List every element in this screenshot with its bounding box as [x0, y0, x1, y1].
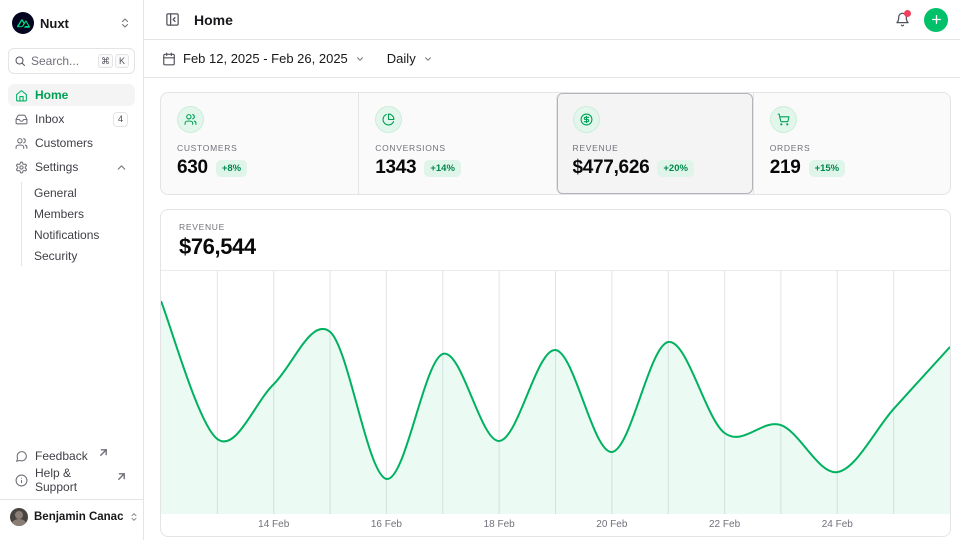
filters-toolbar: Feb 12, 2025 - Feb 26, 2025 Daily: [144, 40, 960, 78]
footer-link-label: Help & Support: [35, 466, 106, 494]
team-switcher[interactable]: Nuxt: [8, 8, 135, 38]
calendar-icon: [162, 52, 176, 66]
x-tick-label: 14 Feb: [258, 519, 289, 530]
stat-value: 630: [177, 157, 208, 179]
stat-card-orders[interactable]: ORDERS 219 +15%: [753, 93, 950, 194]
app: Nuxt ⌘ K Home Inbox 4 Customers: [0, 0, 960, 540]
x-tick-label: 16 Feb: [371, 519, 402, 530]
sidebar-item-settings[interactable]: Settings: [8, 156, 135, 178]
plus-icon: [930, 13, 943, 26]
stats-row: CUSTOMERS 630 +8% CONVERSIONS 1343 +14%: [160, 92, 951, 195]
notification-dot: [904, 10, 911, 17]
stat-label: REVENUE: [573, 143, 737, 153]
sidebar-item-security[interactable]: Security: [22, 245, 135, 266]
stat-value: 1343: [375, 157, 416, 179]
main: Home Feb 12, 2025 - Feb 26, 2025 Daily: [144, 0, 960, 540]
search-kbd: ⌘ K: [98, 54, 129, 68]
chart-header: REVENUE $76,544: [161, 210, 950, 271]
sidebar-item-home[interactable]: Home: [8, 84, 135, 106]
chevron-up-icon: [115, 161, 128, 174]
topbar: Home: [144, 0, 960, 40]
sidebar-item-general[interactable]: General: [22, 182, 135, 203]
collapse-sidebar-button[interactable]: [160, 8, 184, 32]
stat-card-customers[interactable]: CUSTOMERS 630 +8%: [161, 93, 358, 194]
x-tick-label: 24 Feb: [822, 519, 853, 530]
shopping-cart-icon: [770, 106, 797, 133]
home-icon: [15, 89, 28, 102]
user-menu[interactable]: Benjamin Canac: [0, 499, 143, 532]
nuxt-logo-icon: [12, 12, 34, 34]
external-link-icon: [97, 446, 110, 459]
period-label: Daily: [387, 51, 416, 66]
search-input-wrap[interactable]: ⌘ K: [8, 48, 135, 74]
footer-link-label: Feedback: [35, 449, 88, 463]
content: CUSTOMERS 630 +8% CONVERSIONS 1343 +14%: [144, 78, 960, 537]
gear-icon: [15, 161, 28, 174]
search-input[interactable]: [31, 54, 79, 68]
info-circle-icon: [15, 474, 28, 487]
sidebar-item-label: Home: [35, 88, 68, 102]
sidebar-item-label: Inbox: [35, 112, 64, 126]
users-icon: [15, 137, 28, 150]
settings-subnav: General Members Notifications Security: [21, 182, 135, 266]
kbd-cmd: ⌘: [98, 54, 113, 68]
sidebar: Nuxt ⌘ K Home Inbox 4 Customers: [0, 0, 144, 540]
stat-label: ORDERS: [770, 143, 934, 153]
chevron-down-icon: [423, 54, 433, 64]
x-tick-label: 22 Feb: [709, 519, 740, 530]
external-link-icon: [115, 470, 128, 483]
x-tick-label: 18 Feb: [484, 519, 515, 530]
inbox-count-badge: 4: [113, 112, 128, 127]
delta-badge: +15%: [809, 160, 846, 177]
message-circle-icon: [15, 450, 28, 463]
chevron-down-icon: [355, 54, 365, 64]
user-name: Benjamin Canac: [34, 511, 123, 523]
team-name: Nuxt: [40, 16, 113, 31]
unfold-icon: [129, 512, 139, 522]
circle-dollar-icon: [573, 106, 600, 133]
chart-label: REVENUE: [179, 222, 932, 232]
stat-value: $477,626: [573, 157, 650, 179]
delta-badge: +20%: [657, 160, 694, 177]
chart-value: $76,544: [179, 234, 932, 260]
revenue-chart-plot: [161, 271, 950, 514]
help-support-link[interactable]: Help & Support: [8, 469, 135, 491]
delta-badge: +14%: [424, 160, 461, 177]
x-tick-label: 20 Feb: [596, 519, 627, 530]
notifications-button[interactable]: [890, 8, 914, 32]
users-icon: [177, 106, 204, 133]
unfold-icon: [119, 17, 131, 29]
date-range-label: Feb 12, 2025 - Feb 26, 2025: [183, 51, 348, 66]
stat-value: 219: [770, 157, 801, 179]
period-select[interactable]: Daily: [385, 47, 435, 70]
sidebar-item-members[interactable]: Members: [22, 203, 135, 224]
stat-card-conversions[interactable]: CONVERSIONS 1343 +14%: [358, 93, 555, 194]
sidebar-nav: Home Inbox 4 Customers Settings General …: [8, 84, 135, 266]
revenue-chart-svg: [161, 271, 950, 514]
avatar: [10, 508, 28, 526]
page-title: Home: [194, 12, 233, 28]
chart-pie-icon: [375, 106, 402, 133]
sidebar-footer: Feedback Help & Support: [8, 445, 135, 491]
chart-x-axis: 14 Feb 16 Feb 18 Feb 20 Feb 22 Feb 24 Feb: [161, 514, 950, 536]
feedback-link[interactable]: Feedback: [8, 445, 135, 467]
sidebar-item-label: Settings: [35, 160, 78, 174]
kbd-k: K: [115, 54, 129, 68]
revenue-chart-card: REVENUE $76,544 14 Feb 16 Feb 18 Feb 20 Feb…: [160, 209, 951, 537]
stat-card-revenue[interactable]: REVENUE $477,626 +20%: [556, 93, 753, 194]
inbox-icon: [15, 113, 28, 126]
sidebar-item-label: Customers: [35, 136, 93, 150]
stat-label: CUSTOMERS: [177, 143, 342, 153]
delta-badge: +8%: [216, 160, 247, 177]
search-icon: [14, 55, 26, 67]
topbar-actions: [890, 8, 948, 32]
stat-label: CONVERSIONS: [375, 143, 539, 153]
date-range-picker[interactable]: Feb 12, 2025 - Feb 26, 2025: [160, 47, 367, 70]
sidebar-item-notifications[interactable]: Notifications: [22, 224, 135, 245]
sidebar-item-inbox[interactable]: Inbox 4: [8, 108, 135, 130]
add-button[interactable]: [924, 8, 948, 32]
sidebar-item-customers[interactable]: Customers: [8, 132, 135, 154]
panel-left-close-icon: [165, 12, 180, 27]
